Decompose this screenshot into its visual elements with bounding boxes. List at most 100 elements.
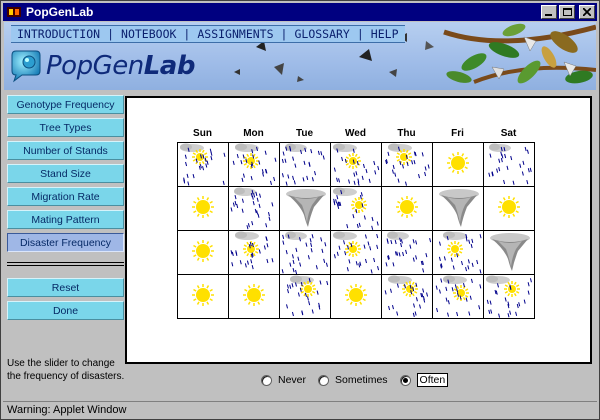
frequency-option-never[interactable]: Never [261, 374, 306, 386]
done-button[interactable]: Done [7, 301, 124, 320]
storm-weather-icon [286, 275, 329, 317]
sun-icon [498, 196, 520, 218]
tornado-weather-icon [286, 189, 326, 227]
weather-cell-storm [381, 142, 433, 187]
weekday-label-sat: Sat [500, 128, 517, 139]
sidebar-divider [7, 262, 124, 266]
radio-selected-dot [402, 377, 408, 383]
weather-cell-sun [483, 186, 535, 231]
rain-icon [286, 278, 329, 317]
weather-cell-rain [228, 186, 280, 231]
weekday-label-thu: Thu [397, 128, 416, 139]
sun-icon [192, 196, 214, 218]
cloud-icon [333, 187, 357, 196]
cloud-icon [486, 275, 510, 284]
rain-icon [183, 147, 226, 186]
sun-weather-icon [243, 284, 265, 306]
weekday-label-sun: Sun [193, 128, 212, 139]
weather-cell-rain [381, 230, 433, 275]
nav-glossary[interactable]: GLOSSARY [294, 27, 349, 41]
frequency-option-sometimes[interactable]: Sometimes [318, 374, 388, 386]
storm-weather-icon [486, 275, 532, 318]
storm-weather-icon [435, 275, 482, 317]
help-text: Use the slider to change the frequency o… [7, 358, 125, 382]
sun-icon [243, 153, 259, 169]
radio-button[interactable] [318, 374, 330, 386]
sun-icon [351, 197, 367, 213]
frequency-selector: Never Sometimes Often [261, 373, 460, 387]
number-of-stands-button[interactable]: Number of Stands [7, 141, 124, 160]
sun-icon [345, 284, 367, 306]
tree-types-button[interactable]: Tree Types [7, 118, 124, 137]
logo-text-light: PopGen [46, 51, 144, 81]
sun-icon [447, 152, 469, 174]
rain-icon [230, 190, 274, 230]
frequency-option-often[interactable]: Often [399, 373, 449, 387]
sun-weather-icon [498, 196, 520, 218]
weather-cell-storm [432, 274, 484, 319]
nav-separator: | [183, 27, 191, 41]
weather-cell-rain [279, 142, 331, 187]
sun-weather-icon [396, 196, 418, 218]
calendar-week-row [177, 142, 535, 187]
weather-cell-storm [330, 142, 382, 187]
app-logo: PopGenLab [8, 46, 195, 86]
window-title: PopGenLab [26, 5, 94, 19]
mating-pattern-button[interactable]: Mating Pattern [7, 210, 124, 229]
storm-weather-icon [232, 143, 277, 185]
cloud-icon [235, 143, 259, 152]
disaster-frequency-button[interactable]: Disaster Frequency [7, 233, 124, 252]
calendar-week-row [177, 230, 535, 275]
rain-icon [230, 236, 274, 270]
weather-cell-sun [381, 186, 433, 231]
rain-icon [438, 233, 482, 274]
weather-cell-sun [330, 274, 382, 319]
weather-cell-storm [177, 142, 229, 187]
cloud-icon [285, 143, 307, 152]
frequency-option-label: Sometimes [335, 374, 388, 386]
sun-weather-icon [345, 284, 367, 306]
frequency-option-label: Often [416, 373, 449, 387]
storm-weather-icon [180, 143, 226, 186]
rain-icon [385, 237, 432, 273]
nav-help[interactable]: HELP [371, 27, 399, 41]
cloud-icon [387, 231, 409, 240]
storm-weather-icon [333, 231, 380, 274]
nav-assignments[interactable]: ASSIGNMENTS [197, 27, 273, 41]
logo-text-bold: Lab [143, 51, 196, 81]
rain-weather-icon [281, 143, 325, 186]
rain-icon [333, 189, 379, 230]
calendar-week-row [177, 274, 535, 319]
top-navigation: INTRODUCTION | NOTEBOOK | ASSIGNMENTS | … [11, 25, 405, 43]
nav-notebook[interactable]: NOTEBOOK [121, 27, 176, 41]
stand-size-button[interactable]: Stand Size [7, 164, 124, 183]
weekday-label-wed: Wed [345, 128, 366, 139]
sun-icon [192, 284, 214, 306]
cloud-icon [333, 231, 357, 240]
genotype-frequency-button[interactable]: Genotype Frequency [7, 95, 124, 114]
reset-button[interactable]: Reset [7, 278, 124, 297]
nav-introduction[interactable]: INTRODUCTION [17, 27, 100, 41]
weather-cell-sun [177, 230, 229, 275]
migration-rate-button[interactable]: Migration Rate [7, 187, 124, 206]
sun-icon [345, 241, 361, 257]
sun-weather-icon [192, 284, 214, 306]
minimize-button[interactable] [541, 5, 557, 19]
rain-weather-icon [385, 231, 432, 273]
sun-icon [243, 284, 265, 306]
weather-cell-tornado [432, 186, 484, 231]
status-bar: Warning: Applet Window [3, 401, 597, 418]
radio-button[interactable] [399, 374, 411, 386]
cloud-icon [290, 275, 314, 284]
weather-cell-rain [483, 142, 535, 187]
radio-button[interactable] [261, 374, 272, 386]
close-button[interactable] [579, 5, 595, 19]
logo-text: PopGenLab [46, 51, 195, 81]
weather-cell-storm [483, 274, 535, 319]
cloud-icon [388, 275, 412, 284]
nav-separator: | [280, 27, 288, 41]
cloud-icon [443, 231, 467, 240]
maximize-button[interactable] [559, 5, 575, 19]
java-app-icon [7, 7, 21, 17]
applet-window: PopGenLab INTRODUCTION | NOTEBOOK | ASSI… [0, 0, 600, 420]
